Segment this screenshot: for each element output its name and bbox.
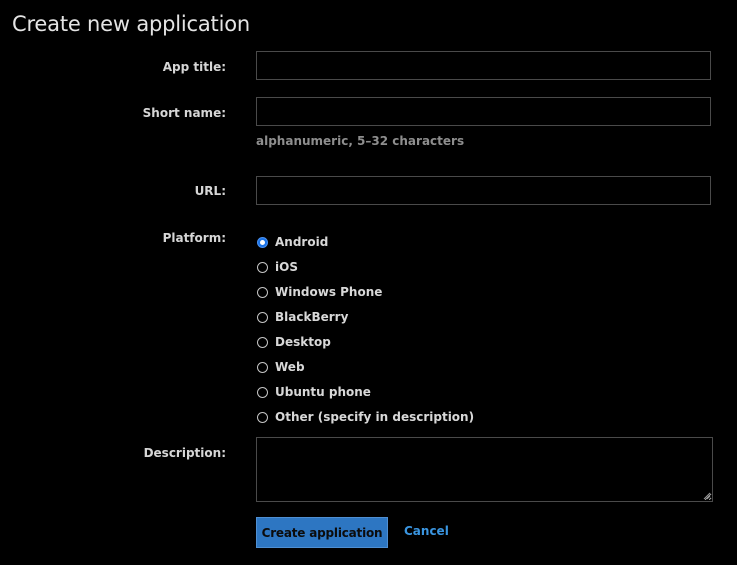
platform-option-desktop[interactable]: Desktop [256, 330, 474, 355]
platform-option-ubuntu-phone[interactable]: Ubuntu phone [256, 380, 474, 405]
app-title-input[interactable] [256, 51, 711, 80]
platform-option-label: Windows Phone [275, 284, 383, 299]
radio-button-checked[interactable] [257, 237, 268, 248]
radio-button[interactable] [257, 287, 268, 298]
short-name-hint: alphanumeric, 5–32 characters [256, 134, 465, 148]
platform-option-label: Desktop [275, 334, 331, 349]
platform-option-label: BlackBerry [275, 309, 349, 324]
platform-radio-group: Android iOS Windows Phone BlackBerry Des… [256, 230, 474, 430]
page-title: Create new application [12, 12, 250, 36]
radio-button[interactable] [257, 387, 268, 398]
platform-option-ios[interactable]: iOS [256, 255, 474, 280]
cancel-link[interactable]: Cancel [404, 524, 449, 538]
platform-label: Platform: [162, 231, 226, 245]
platform-option-label: Ubuntu phone [275, 384, 371, 399]
platform-option-label: iOS [275, 259, 298, 274]
description-textarea[interactable] [256, 437, 713, 502]
platform-option-label: Other (specify in description) [275, 409, 475, 424]
radio-button[interactable] [257, 312, 268, 323]
short-name-input[interactable] [256, 97, 711, 126]
url-label: URL: [194, 184, 226, 198]
create-application-button[interactable]: Create application [256, 517, 388, 548]
platform-option-label: Android [275, 234, 329, 249]
platform-option-blackberry[interactable]: BlackBerry [256, 305, 474, 330]
radio-button[interactable] [257, 362, 268, 373]
description-label: Description: [143, 446, 226, 460]
platform-option-windows-phone[interactable]: Windows Phone [256, 280, 474, 305]
radio-button[interactable] [257, 337, 268, 348]
radio-button[interactable] [257, 262, 268, 273]
platform-option-label: Web [275, 359, 305, 374]
app-title-label: App title: [162, 60, 226, 74]
platform-option-web[interactable]: Web [256, 355, 474, 380]
url-input[interactable] [256, 176, 711, 205]
radio-button[interactable] [257, 412, 268, 423]
short-name-label: Short name: [142, 106, 226, 120]
platform-option-android[interactable]: Android [256, 230, 474, 255]
platform-option-other[interactable]: Other (specify in description) [256, 405, 474, 430]
